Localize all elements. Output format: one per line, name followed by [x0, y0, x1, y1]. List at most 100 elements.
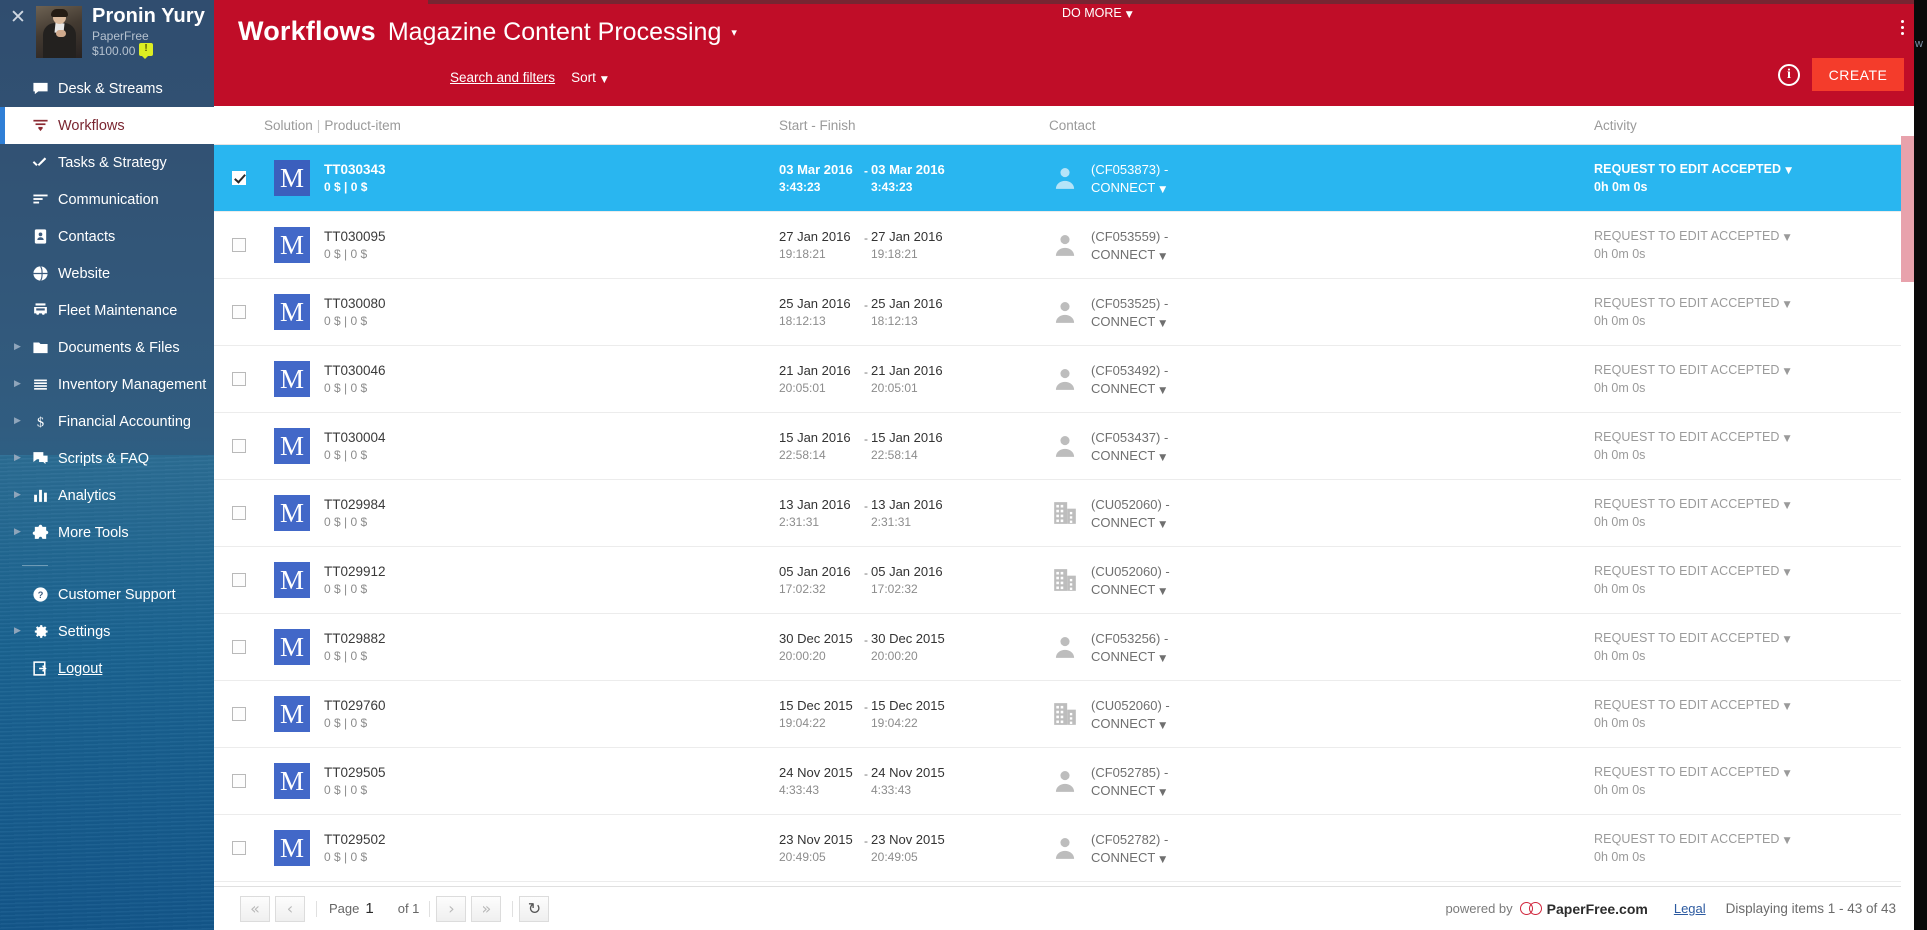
sidebar-item-scripts-faq[interactable]: ▶ Scripts & FAQ	[0, 440, 214, 477]
chevron-right-icon[interactable]: ▶	[14, 454, 26, 463]
row-checkbox[interactable]	[232, 372, 246, 386]
contact-connect-dropdown[interactable]: CONNECT ▼	[1091, 381, 1168, 396]
activity-cell[interactable]: REQUEST TO EDIT ACCEPTED ▼ 0h 0m 0s	[1594, 430, 1894, 462]
activity-cell[interactable]: REQUEST TO EDIT ACCEPTED ▼ 0h 0m 0s	[1594, 832, 1894, 864]
refresh-icon[interactable]: ↻	[519, 895, 550, 922]
contact-connect-dropdown[interactable]: CONNECT ▼	[1091, 850, 1168, 865]
column-header-start-finish[interactable]: Start - Finish	[779, 118, 1049, 133]
row-checkbox[interactable]	[232, 774, 246, 788]
table-row[interactable]: M TT030080 0 $ | 0 $ 25 Jan 2016 18:12:1…	[214, 279, 1914, 346]
chevron-right-icon[interactable]: ▶	[14, 528, 26, 537]
activity-status-dropdown[interactable]: REQUEST TO EDIT ACCEPTED ▼	[1594, 564, 1894, 578]
contact-connect-dropdown[interactable]: CONNECT ▼	[1091, 582, 1170, 597]
sidebar-item-logout[interactable]: Logout	[0, 650, 214, 687]
chevron-down-icon[interactable]: ▾	[731, 26, 737, 39]
contact-cell[interactable]: (CF052785) - CONNECT ▼	[1049, 765, 1594, 798]
activity-status-dropdown[interactable]: REQUEST TO EDIT ACCEPTED ▼	[1594, 698, 1894, 712]
activity-cell[interactable]: REQUEST TO EDIT ACCEPTED ▼ 0h 0m 0s	[1594, 631, 1894, 663]
column-header-activity[interactable]: Activity	[1594, 118, 1894, 133]
sidebar-item-fleet-maintenance[interactable]: Fleet Maintenance	[0, 292, 214, 329]
contact-cell[interactable]: (CF052782) - CONNECT ▼	[1049, 832, 1594, 865]
solution-cell[interactable]: M TT030343 0 $ | 0 $	[264, 160, 779, 196]
activity-cell[interactable]: REQUEST TO EDIT ACCEPTED ▼ 0h 0m 0s	[1594, 229, 1894, 261]
activity-cell[interactable]: REQUEST TO EDIT ACCEPTED ▼ 0h 0m 0s	[1594, 296, 1894, 328]
sidebar-item-more-tools[interactable]: ▶ More Tools	[0, 514, 214, 551]
row-checkbox[interactable]	[232, 707, 246, 721]
table-row[interactable]: M TT030343 0 $ | 0 $ 03 Mar 2016 3:43:23…	[214, 145, 1914, 212]
row-checkbox[interactable]	[232, 506, 246, 520]
activity-status-dropdown[interactable]: REQUEST TO EDIT ACCEPTED ▼	[1594, 296, 1894, 310]
solution-cell[interactable]: M TT029984 0 $ | 0 $	[264, 495, 779, 531]
contact-connect-dropdown[interactable]: CONNECT ▼	[1091, 716, 1170, 731]
table-row[interactable]: M TT029984 0 $ | 0 $ 13 Jan 2016 2:31:31…	[214, 480, 1914, 547]
last-page-button[interactable]: »	[471, 895, 502, 922]
prev-page-button[interactable]: ‹	[275, 895, 305, 922]
activity-cell[interactable]: REQUEST TO EDIT ACCEPTED ▼ 0h 0m 0s	[1594, 698, 1894, 730]
contact-connect-dropdown[interactable]: CONNECT ▼	[1091, 247, 1168, 262]
next-page-button[interactable]: ›	[436, 895, 467, 922]
solution-cell[interactable]: M TT029760 0 $ | 0 $	[264, 696, 779, 732]
info-icon[interactable]: i	[1778, 64, 1800, 86]
close-icon[interactable]: ✕	[9, 8, 27, 27]
sidebar-item-tasks-strategy[interactable]: Tasks & Strategy	[0, 144, 214, 181]
contact-cell[interactable]: (CU052060) - CONNECT ▼	[1049, 497, 1594, 530]
first-page-button[interactable]: «	[240, 895, 270, 922]
sidebar-item-contacts[interactable]: Contacts	[0, 218, 214, 255]
sort-dropdown[interactable]: Sort ▼	[571, 70, 608, 85]
sidebar-item-analytics[interactable]: ▶ Analytics	[0, 477, 214, 514]
solution-cell[interactable]: M TT030095 0 $ | 0 $	[264, 227, 779, 263]
contact-connect-dropdown[interactable]: CONNECT ▼	[1091, 314, 1168, 329]
column-header-solution[interactable]: Solution | Product-item	[264, 118, 779, 133]
chevron-right-icon[interactable]: ▶	[14, 380, 26, 389]
contact-connect-dropdown[interactable]: CONNECT ▼	[1091, 515, 1170, 530]
table-row[interactable]: M TT030095 0 $ | 0 $ 27 Jan 2016 19:18:2…	[214, 212, 1914, 279]
activity-cell[interactable]: REQUEST TO EDIT ACCEPTED ▼ 0h 0m 0s	[1594, 363, 1894, 395]
sidebar-item-workflows[interactable]: Workflows	[0, 107, 214, 144]
sidebar-item-desk-streams[interactable]: Desk & Streams	[0, 70, 214, 107]
contact-cell[interactable]: (CF053559) - CONNECT ▼	[1049, 229, 1594, 262]
sidebar-item-financial-accounting[interactable]: ▶ $ Financial Accounting	[0, 403, 214, 440]
sidebar-item-communication[interactable]: Communication	[0, 181, 214, 218]
sidebar-item-inventory-management[interactable]: ▶ Inventory Management	[0, 366, 214, 403]
page-subtitle[interactable]: Magazine Content Processing	[388, 18, 722, 47]
create-button[interactable]: CREATE	[1812, 58, 1904, 91]
sidebar-item-website[interactable]: Website	[0, 255, 214, 292]
activity-status-dropdown[interactable]: REQUEST TO EDIT ACCEPTED ▼	[1594, 765, 1894, 779]
contact-cell[interactable]: (CF053437) - CONNECT ▼	[1049, 430, 1594, 463]
contact-cell[interactable]: (CF053492) - CONNECT ▼	[1049, 363, 1594, 396]
solution-cell[interactable]: M TT030004 0 $ | 0 $	[264, 428, 779, 464]
table-row[interactable]: M TT029912 0 $ | 0 $ 05 Jan 2016 17:02:3…	[214, 547, 1914, 614]
contact-connect-dropdown[interactable]: CONNECT ▼	[1091, 783, 1168, 798]
contact-cell[interactable]: (CF053256) - CONNECT ▼	[1049, 631, 1594, 664]
solution-cell[interactable]: M TT030046 0 $ | 0 $	[264, 361, 779, 397]
table-row[interactable]: M TT030046 0 $ | 0 $ 21 Jan 2016 20:05:0…	[214, 346, 1914, 413]
row-checkbox[interactable]	[232, 171, 246, 185]
row-checkbox[interactable]	[232, 238, 246, 252]
activity-status-dropdown[interactable]: REQUEST TO EDIT ACCEPTED ▼	[1594, 229, 1894, 243]
activity-status-dropdown[interactable]: REQUEST TO EDIT ACCEPTED ▼	[1594, 363, 1894, 377]
contact-connect-dropdown[interactable]: CONNECT ▼	[1091, 649, 1168, 664]
legal-link[interactable]: Legal	[1674, 901, 1706, 916]
row-checkbox[interactable]	[232, 305, 246, 319]
contact-cell[interactable]: (CU052060) - CONNECT ▼	[1049, 698, 1594, 731]
contact-connect-dropdown[interactable]: CONNECT ▼	[1091, 448, 1168, 463]
avatar[interactable]	[36, 6, 82, 58]
contact-cell[interactable]: (CF053873) - CONNECT ▼	[1049, 162, 1594, 195]
contact-connect-dropdown[interactable]: CONNECT ▼	[1091, 180, 1168, 195]
activity-cell[interactable]: REQUEST TO EDIT ACCEPTED ▼ 0h 0m 0s	[1594, 162, 1894, 194]
activity-cell[interactable]: REQUEST TO EDIT ACCEPTED ▼ 0h 0m 0s	[1594, 564, 1894, 596]
sidebar-item-documents-files[interactable]: ▶ Documents & Files	[0, 329, 214, 366]
activity-status-dropdown[interactable]: REQUEST TO EDIT ACCEPTED ▼	[1594, 631, 1894, 645]
chevron-right-icon[interactable]: ▶	[14, 417, 26, 426]
contact-cell[interactable]: (CF053525) - CONNECT ▼	[1049, 296, 1594, 329]
column-header-contact[interactable]: Contact	[1049, 118, 1594, 133]
chevron-right-icon[interactable]: ▶	[14, 627, 26, 636]
solution-cell[interactable]: M TT030080 0 $ | 0 $	[264, 294, 779, 330]
search-and-filters-link[interactable]: Search and filters	[450, 70, 555, 85]
contact-cell[interactable]: (CU052060) - CONNECT ▼	[1049, 564, 1594, 597]
sidebar-item-customer-support[interactable]: ? Customer Support	[0, 576, 214, 613]
more-vertical-icon[interactable]	[1901, 20, 1904, 35]
table-row[interactable]: M TT029502 0 $ | 0 $ 23 Nov 2015 20:49:0…	[214, 815, 1914, 882]
row-checkbox[interactable]	[232, 439, 246, 453]
solution-cell[interactable]: M TT029882 0 $ | 0 $	[264, 629, 779, 665]
